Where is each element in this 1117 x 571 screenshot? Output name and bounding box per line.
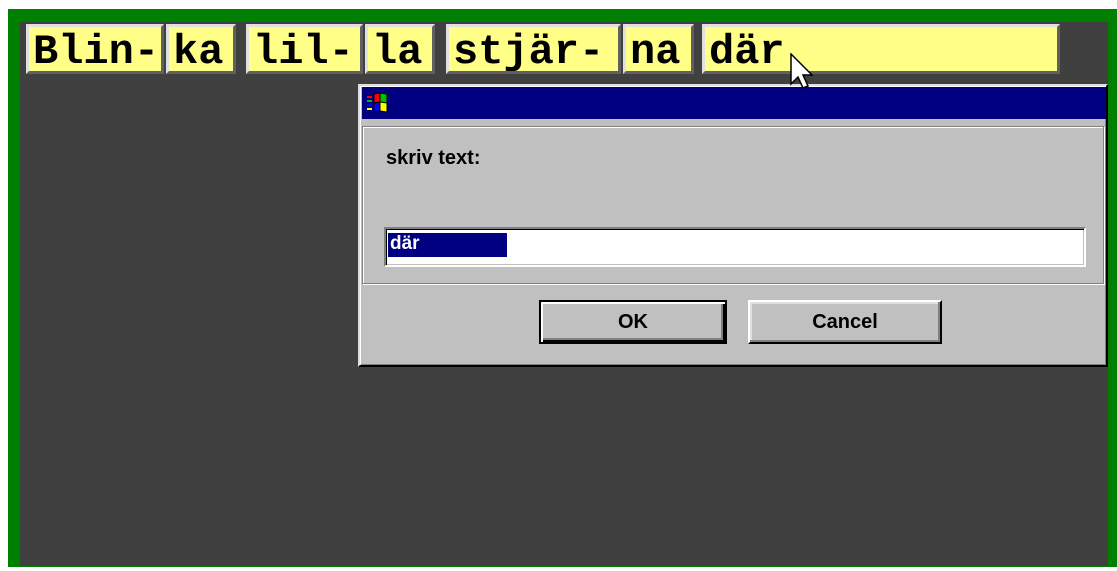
selected-text: där [388, 233, 507, 257]
syllable-box[interactable]: stjär- [446, 24, 621, 74]
syllable-box[interactable]: ka [166, 24, 236, 74]
ok-button[interactable]: OK [539, 300, 727, 344]
text-input[interactable]: där [384, 227, 1086, 267]
dialog-title-bar[interactable] [362, 87, 1106, 119]
prompt-label: skriv text: [386, 147, 481, 169]
syllable-box[interactable]: la [365, 24, 435, 74]
syllable-box[interactable]: na [623, 24, 694, 74]
syllable-row: Blin- ka lil- la stjär- na där [20, 22, 1108, 78]
windows-flag-icon[interactable] [366, 90, 388, 116]
arrow-cursor-icon [790, 52, 814, 91]
input-dialog: skriv text: där OK Cancel [358, 84, 1108, 367]
syllable-box[interactable]: där [702, 24, 1060, 74]
syllable-box[interactable]: lil- [246, 24, 363, 74]
cancel-button[interactable]: Cancel [748, 300, 942, 344]
syllable-box[interactable]: Blin- [26, 24, 164, 74]
